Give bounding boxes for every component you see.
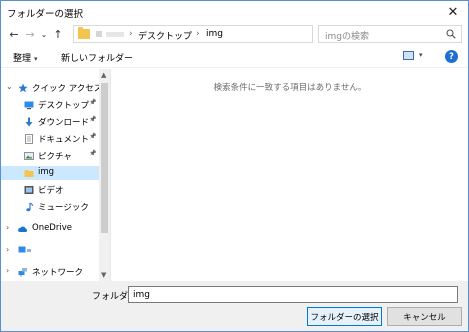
pin-icon: 📌 [89,133,97,140]
scroll-up-arrow-icon[interactable]: ▲ [101,71,106,79]
sidebar-item-onedrive[interactable]: › OneDrive [1,222,99,236]
star-icon [18,83,28,93]
sidebar-item-label: ドキュメント [38,135,90,145]
search-icon [446,29,456,39]
sidebar-item-label: OneDrive [32,223,72,233]
sidebar-item-network[interactable]: › ネットワーク [1,265,99,279]
sidebar-item-label: img [38,167,55,177]
window-title: フォルダーの選択 [7,9,84,20]
nav-scrollbar[interactable]: ▲ ▼ [99,69,110,281]
search-placeholder: imgの検索 [325,32,369,42]
select-folder-button[interactable]: フォルダーの選択 [307,307,382,326]
network-icon [18,268,27,277]
organize-label: 整理 [13,54,32,64]
navigation-pane: ⌄ クイック アクセス デスクトップ 📌 ダウンロード 📌 ドキュメント 📌 ピ… [1,69,111,281]
chevron-right-icon[interactable]: › [6,266,9,275]
sidebar-item-label: ネットワーク [32,268,84,278]
pin-icon: 📌 [89,116,97,123]
sidebar-item-pictures[interactable]: ピクチャ 📌 [1,149,99,163]
pin-icon: 📌 [89,99,97,106]
dialog-footer: フォルダー: フォルダーの選択 キャンセル [1,281,468,331]
sidebar-item-label: クイック アクセス [32,84,103,94]
new-folder-button[interactable]: 新しいフォルダー [61,51,133,64]
chevron-right-icon[interactable]: › [6,223,9,232]
folder-name-input[interactable] [128,286,458,303]
recent-locations-chevron-icon[interactable]: ⌄ [37,26,51,42]
redacted-block [106,32,124,37]
organize-menu[interactable]: 整理 ▾ [13,51,38,64]
view-options-icon[interactable] [403,51,414,60]
sidebar-item-label: ピクチャ [38,152,72,162]
pc-icon [18,246,31,253]
cloud-icon [18,226,28,232]
sidebar-item-documents[interactable]: ドキュメント 📌 [1,132,99,146]
pictures-icon [24,152,34,160]
search-box[interactable]: imgの検索 [318,25,462,43]
sidebar-item-img[interactable]: img [1,166,99,180]
pin-icon: 📌 [89,150,97,157]
empty-results-message: 検索条件に一致する項目はありません。 [213,83,367,93]
title-bar: フォルダーの選択 ✕ [1,1,468,23]
up-arrow-icon[interactable]: ↑ [51,26,65,42]
chevron-right-icon[interactable]: › [6,245,9,254]
sidebar-item-music[interactable]: ミュージック [1,200,99,214]
cancel-button[interactable]: キャンセル [387,307,462,326]
folder-icon [24,170,34,177]
music-icon [26,202,33,212]
breadcrumb-separator: › [196,29,200,39]
command-toolbar: 整理 ▾ 新しいフォルダー ▾ ? [1,46,468,68]
sidebar-item-label: ミュージック [38,203,89,213]
chevron-down-icon[interactable]: ▾ [419,51,423,59]
redacted-block [96,31,102,37]
sidebar-item-desktop[interactable]: デスクトップ 📌 [1,98,99,112]
scrollbar-thumb[interactable] [101,83,108,233]
close-button[interactable]: ✕ [442,3,464,21]
chevron-down-icon: ▾ [34,55,38,63]
sidebar-item-downloads[interactable]: ダウンロード 📌 [1,115,99,129]
desktop-icon [24,101,34,110]
help-icon[interactable]: ? [445,50,458,63]
navigation-bar: ← → ⌄ ↑ › デスクトップ › img ⌄ ↻ imgの検索 [1,23,468,45]
sidebar-item-label: ビデオ [38,186,64,196]
download-icon [25,117,33,127]
forward-arrow-icon[interactable]: → [23,26,37,42]
sidebar-item-videos[interactable]: ビデオ [1,183,99,197]
back-arrow-icon[interactable]: ← [7,26,21,42]
video-icon [24,186,34,194]
file-list-pane[interactable]: 検索条件に一致する項目はありません。 [112,69,468,281]
address-bar[interactable]: › デスクトップ › img ⌄ ↻ [73,25,382,43]
sidebar-item-quick-access[interactable]: ⌄ クイック アクセス [1,81,103,95]
breadcrumb-desktop[interactable]: デスクトップ [138,29,192,42]
folder-picker-dialog: フォルダーの選択 ✕ ← → ⌄ ↑ › デスクトップ › img ⌄ ↻ im… [0,0,469,332]
scroll-down-arrow-icon[interactable]: ▼ [101,271,106,279]
folder-icon [78,27,90,39]
chevron-down-icon[interactable]: ⌄ [6,82,13,91]
sidebar-item-label: ダウンロード [38,118,90,128]
document-icon [25,134,33,144]
breadcrumb-img[interactable]: img [206,29,223,39]
breadcrumb-separator: › [129,29,133,39]
sidebar-item-this-pc[interactable]: › [1,244,99,258]
sidebar-item-label: デスクトップ [38,101,90,111]
